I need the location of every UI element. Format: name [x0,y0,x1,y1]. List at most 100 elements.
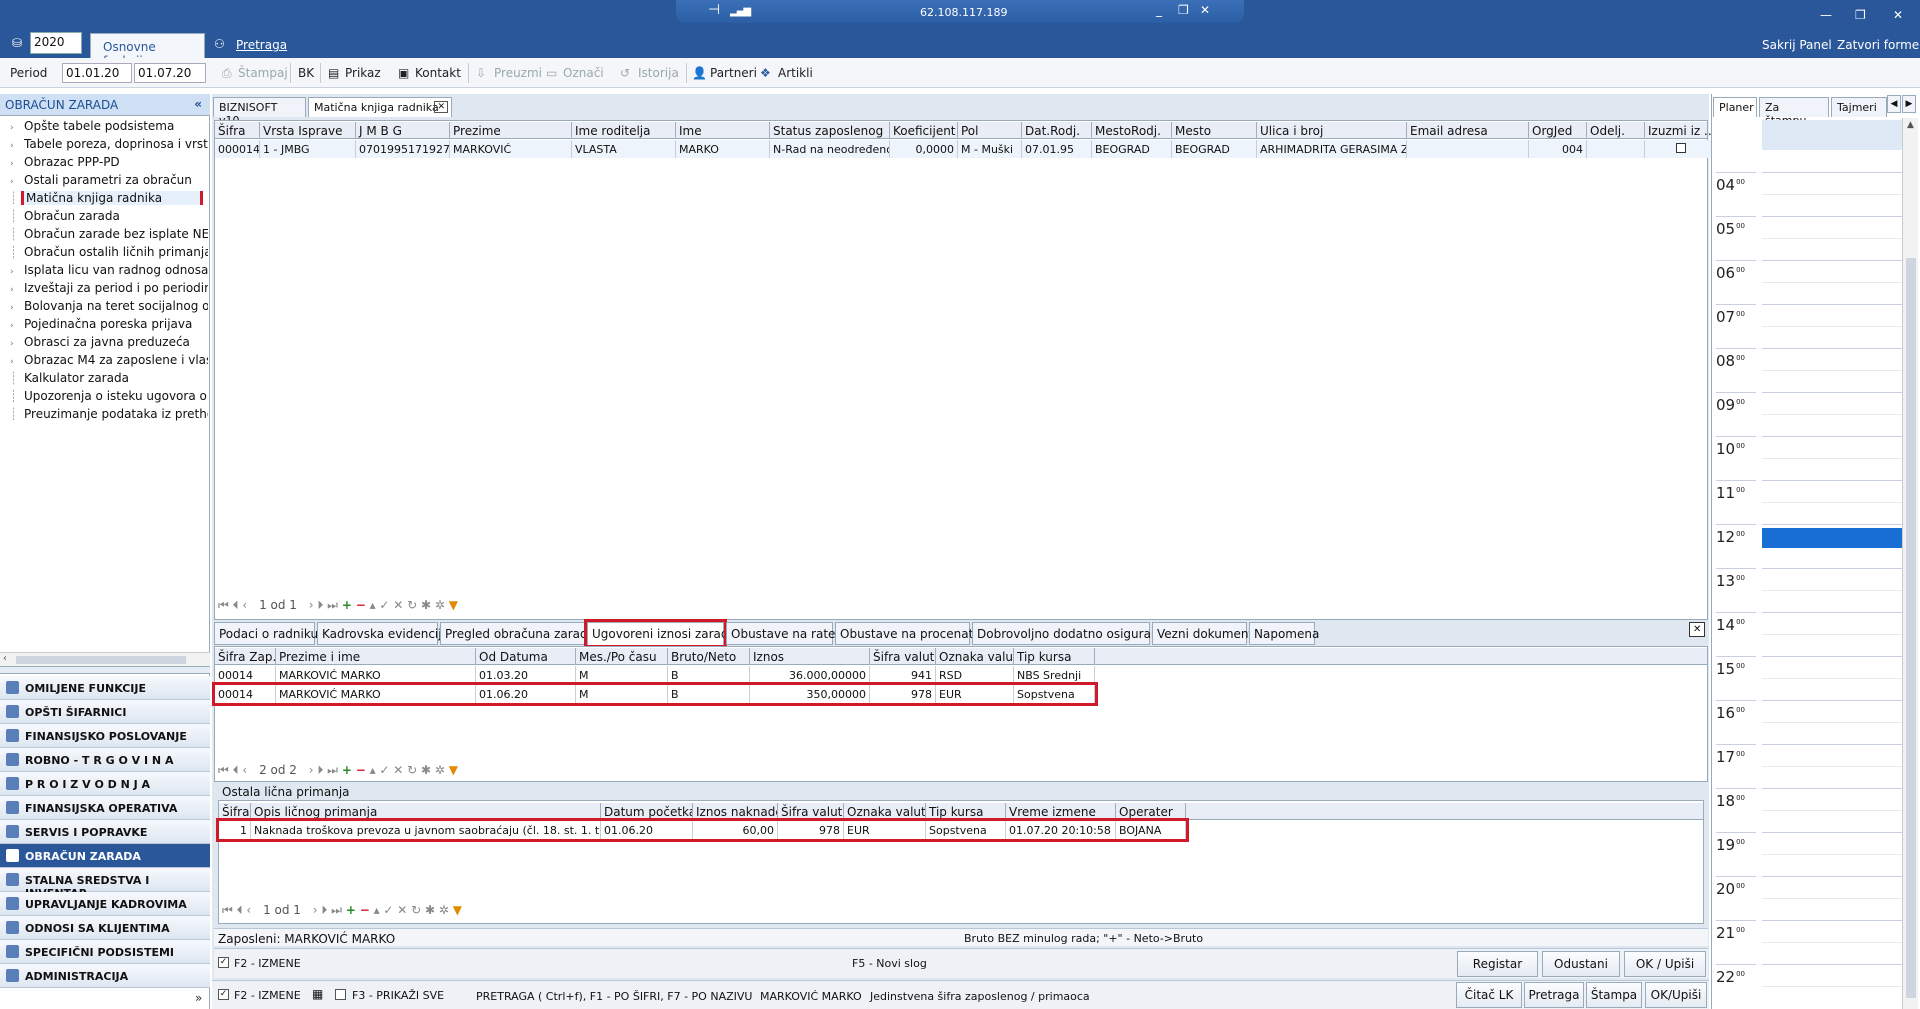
sub-tab[interactable]: Pregled obračuna zarada [440,622,595,645]
scroll-thumb[interactable] [1906,258,1916,998]
hour-slot[interactable] [1762,700,1902,701]
column-header[interactable]: Iznos [750,648,870,665]
column-header[interactable]: Oznaka valute [936,648,1014,665]
hour-slot[interactable] [1762,744,1902,745]
sub-tab[interactable]: Obustave na procenat [835,622,973,645]
tab-biznisoft[interactable]: BIZNISOFT v10 [213,97,306,127]
articles-button[interactable]: Artikli [778,66,813,80]
half-hour-slot[interactable] [1762,194,1902,195]
tree-item[interactable]: › Obrazac M4 za zaposlene i vlasn [10,353,208,367]
column-header[interactable]: Iznos naknade [693,803,778,820]
pager-next-icon[interactable]: › ⏵ ⏭ [313,903,342,917]
register-button[interactable]: Registar [1457,951,1538,977]
partners-button[interactable]: Partneri [710,66,757,80]
column-header[interactable]: Tip kursa [1014,648,1095,665]
history-button[interactable]: Istorija [638,66,679,80]
table-row[interactable]: 000014 1 - JMBG 0701995171927 MARKOVIĆ VLAST… [215,140,1715,158]
column-header[interactable]: OrgJed [1529,122,1587,139]
hour-slot[interactable] [1762,788,1902,789]
table-row[interactable]: 1 Naknada troškova prevoza u javnom saobr… [216,818,1189,842]
selected-time-slot[interactable] [1762,528,1902,548]
sub-tab[interactable]: Kadrovska evidencija [317,622,449,645]
tab-maticna-knjiga[interactable]: Matična knjiga radnika ✕ [308,97,452,117]
tree-item[interactable]: ┊ Obračun zarade bez isplate NET [10,227,208,241]
close-forms-link[interactable]: Zatvori forme [1837,38,1919,52]
close-tab-icon[interactable]: ✕ [434,101,448,113]
sub-tab[interactable]: Vezni dokumenti [1152,622,1257,645]
column-header[interactable]: Šifra Zap. [215,648,276,665]
date-from-select[interactable]: 01.01.20 [62,63,132,83]
hour-slot[interactable] [1762,964,1902,965]
search-button[interactable]: Pretraga [1524,982,1584,1008]
tree-item[interactable]: › Bolovanja na teret socijalnog os [10,299,208,313]
column-header[interactable]: Bruto/Neto [668,648,750,665]
grid-layout-icon[interactable]: ▦ [312,987,323,1001]
table-row[interactable]: 00014 MARKOVIĆ MARKO 01.03.20 M B 36.000,0000… [215,666,1095,684]
remote-minimize-icon[interactable]: _ [1156,3,1162,17]
sub-tab[interactable]: Obustave na rate [726,622,835,645]
column-header[interactable]: Koeficijent [890,122,958,139]
column-header[interactable]: Izuzmi iz ... [1645,122,1715,139]
hour-slot[interactable] [1762,480,1902,481]
filter-icon[interactable]: ▼ [453,903,462,917]
hour-slot[interactable] [1762,524,1902,525]
tree-item[interactable]: ┊ Matična knjiga radnika [10,191,208,205]
delete-record-icon[interactable]: − [360,903,370,917]
tree-item[interactable]: › Pojedinačna poreska prijava [10,317,208,331]
column-header[interactable]: MestoRodj. [1092,122,1172,139]
more-modules-icon[interactable]: » [195,991,202,1005]
hour-slot[interactable] [1762,304,1902,305]
column-header[interactable]: Odelj. [1587,122,1645,139]
table-row[interactable]: 00014 MARKOVIĆ MARKO 01.06.20 M B 350,00000 97… [212,682,1098,706]
tabs-scroll-left-icon[interactable]: ◀ [1887,95,1901,113]
column-header[interactable]: Ulica i broj [1257,122,1407,139]
tree-item[interactable]: › Obrazac PPP-PD [10,155,208,169]
tree-item[interactable]: ┊ Upozorenja o isteku ugovora o r [10,389,208,403]
module-item[interactable]: OMILJENE FUNKCIJE [0,676,210,700]
edit-record-icon[interactable]: ▴ ✓ ✕ ↻ ✱ ✲ [370,598,445,612]
hour-slot[interactable] [1762,172,1902,173]
expand-icon[interactable]: › [10,321,24,331]
tree-item[interactable]: ┊ Obračun zarada [10,209,208,223]
f3-checkbox[interactable] [335,989,346,1000]
scroll-thumb[interactable] [16,656,186,664]
module-item[interactable]: P R O I Z V O D N J A [0,772,210,796]
tree-item[interactable]: › Isplata licu van radnog odnosa [10,263,208,277]
module-item[interactable]: SPECIFIČNI PODSISTEMI [0,940,210,964]
expand-icon[interactable]: › [10,267,24,277]
hour-slot[interactable] [1762,260,1902,261]
half-hour-slot[interactable] [1762,590,1902,591]
sub-tab[interactable]: Ugovoreni iznosi zarade [584,619,736,648]
minimize-icon[interactable]: — [1820,8,1832,22]
half-hour-slot[interactable] [1762,282,1902,283]
column-header[interactable]: Vrsta Isprave [260,122,356,139]
ok-save-bottom-button[interactable]: OK/Upiši [1645,982,1707,1008]
expand-icon[interactable]: › [10,123,24,133]
add-record-icon[interactable]: + [342,763,352,777]
half-hour-slot[interactable] [1762,766,1902,767]
module-item[interactable]: UPRAVLJANJE KADROVIMA [0,892,210,916]
add-record-icon[interactable]: + [346,903,356,917]
module-item[interactable]: FINANSIJSKA OPERATIVA [0,796,210,820]
column-header[interactable]: Šifra valute [870,648,936,665]
half-hour-slot[interactable] [1762,502,1902,503]
bk-button[interactable]: BK [298,66,314,80]
pager-first-icon[interactable]: ⏮ ⏴ ‹ [218,763,247,777]
hour-slot[interactable] [1762,832,1902,833]
pin-icon[interactable]: ⊣ [708,2,720,18]
ok-save-button[interactable]: OK / Upiši [1624,951,1706,977]
half-hour-slot[interactable] [1762,634,1902,635]
half-hour-slot[interactable] [1762,986,1902,987]
column-header[interactable]: Status zaposlenog [770,122,890,139]
column-header[interactable]: Pol [958,122,1022,139]
module-item[interactable]: SERVIS I POPRAVKE [0,820,210,844]
edit-record-icon[interactable]: ▴ ✓ ✕ ↻ ✱ ✲ [374,903,449,917]
column-header[interactable]: Datum početka [601,803,693,820]
tree-item[interactable]: ┊ Obračun ostalih ličnih primanja [10,245,208,259]
column-header[interactable]: Šifra [219,803,251,820]
tab-osnovne-funkcije[interactable]: Osnovne funkcije [90,33,205,68]
download-button[interactable]: Preuzmi [494,66,542,80]
print-button[interactable]: Štampaj [238,66,288,80]
add-record-icon[interactable]: + [342,598,352,612]
half-hour-slot[interactable] [1762,854,1902,855]
